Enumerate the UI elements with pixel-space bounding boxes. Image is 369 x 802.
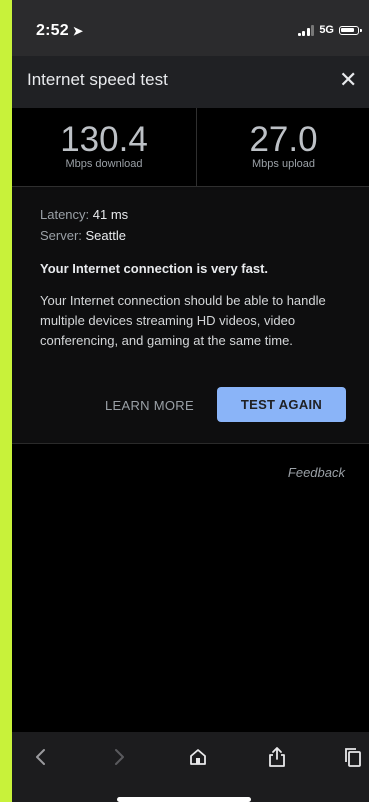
close-button[interactable]: ✕ [339, 66, 369, 96]
forward-button[interactable] [104, 742, 134, 772]
share-button[interactable] [262, 742, 292, 772]
location-arrow-icon: ➤ [72, 24, 84, 38]
status-time: 2:52 ➤ [36, 22, 83, 40]
result-details: Latency: 41 ms Server: Seattle Your Inte… [12, 187, 369, 444]
status-time-text: 2:52 [36, 22, 69, 39]
share-icon [269, 747, 285, 767]
speed-verdict: Your Internet connection is very fast. [40, 261, 269, 276]
verdict-description: Your Internet connection should be able … [40, 293, 326, 348]
status-indicators: 5G [297, 24, 362, 36]
status-bar: 2:52 ➤ 5G [12, 0, 369, 56]
battery-icon [339, 25, 362, 35]
server-label: Server: [40, 228, 86, 243]
close-icon: ✕ [339, 67, 358, 92]
upload-unit: Mbps upload [252, 158, 315, 170]
learn-more-button[interactable]: LEARN MORE [105, 398, 194, 413]
latency-value: 41 ms [92, 207, 129, 222]
speed-results: 130.4 Mbps download 27.0 Mbps upload [12, 108, 369, 187]
feedback-link[interactable]: Feedback [288, 465, 345, 480]
signal-strength-icon [297, 24, 315, 36]
network-type: 5G [319, 24, 334, 36]
tabs-button[interactable] [338, 742, 368, 772]
back-button[interactable] [26, 742, 56, 772]
home-button[interactable] [183, 742, 213, 772]
download-result: 130.4 Mbps download [12, 108, 196, 186]
server-value: Seattle [85, 228, 126, 243]
page-title: Internet speed test [27, 70, 168, 89]
forward-icon [115, 749, 124, 765]
upload-value: 27.0 [249, 120, 318, 159]
sheet-header: Internet speed test ✕ [12, 56, 369, 108]
phone-screen: 2:52 ➤ 5G Internet speed test ✕ 130.4 Mbp… [12, 0, 369, 802]
home-indicator[interactable] [117, 797, 251, 802]
back-icon [36, 749, 45, 765]
server-line: Server: Seattle [40, 228, 126, 243]
home-icon [190, 749, 206, 765]
download-value: 130.4 [60, 120, 148, 159]
latency-line: Latency: 41 ms [40, 207, 128, 222]
latency-label: Latency: [40, 207, 93, 222]
test-again-button[interactable]: TEST AGAIN [217, 387, 346, 422]
download-unit: Mbps download [65, 158, 143, 170]
upload-result: 27.0 Mbps upload [196, 108, 369, 186]
tabs-icon [345, 748, 361, 767]
browser-toolbar [12, 732, 369, 802]
